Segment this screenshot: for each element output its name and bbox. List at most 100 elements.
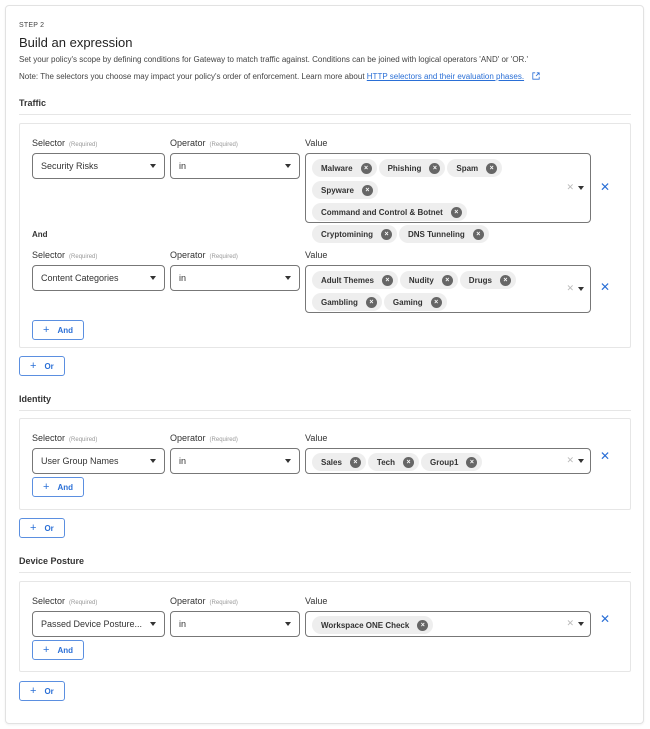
section-title-device-posture: Device Posture [19,556,85,566]
operator-label: Operator (Required) [170,596,238,606]
selector-label: Selector (Required) [32,596,98,606]
operator-dropdown[interactable]: in [170,153,300,179]
chip-remove-icon[interactable]: × [402,456,414,468]
chip-remove-icon[interactable]: × [360,162,372,174]
chip-remove-icon[interactable]: × [441,274,453,286]
caret-down-icon[interactable] [578,186,584,190]
caret-down-icon[interactable] [578,622,584,626]
operator-label: Operator (Required) [170,138,238,148]
caret-down-icon [285,459,291,463]
plus-icon: + [43,324,50,336]
clear-all-icon[interactable]: ✕ [566,182,574,193]
note-text: Note: The selectors you choose may impac… [19,72,367,81]
divider [19,410,631,411]
and-joiner: And [32,230,48,239]
chip-remove-icon[interactable]: × [499,274,511,286]
value-chip: DNS Tunneling × [399,225,489,243]
chip-remove-icon[interactable]: × [430,296,442,308]
add-and-button[interactable]: + And [32,477,84,497]
divider [19,572,631,573]
chip-remove-icon[interactable]: × [429,162,441,174]
selector-label: Selector (Required) [32,250,98,260]
remove-condition-icon[interactable]: ✕ [600,280,610,294]
plus-icon: + [43,481,50,493]
external-link-icon[interactable] [532,72,540,80]
add-and-button[interactable]: + And [32,320,84,340]
caret-down-icon [150,459,156,463]
value-chip: Phishing × [378,159,446,177]
plus-icon: + [30,685,37,697]
chip-remove-icon[interactable]: × [381,274,393,286]
operator-label: Operator (Required) [170,433,238,443]
value-chip: Command and Control & Botnet × [312,203,467,221]
value-chip: Cryptomining × [312,225,397,243]
selector-dropdown[interactable]: User Group Names [32,448,165,474]
add-and-button[interactable]: + And [32,640,84,660]
http-selectors-link[interactable]: HTTP selectors and their evaluation phas… [367,72,524,81]
value-chip: Spam × [447,159,503,177]
remove-condition-icon[interactable]: ✕ [600,449,610,463]
value-chip: Malware × [312,159,377,177]
chip-remove-icon[interactable]: × [381,228,392,240]
clear-all-icon[interactable]: ✕ [566,283,574,294]
clear-all-icon[interactable]: ✕ [566,618,574,629]
value-label: Value [305,433,328,443]
selector-dropdown[interactable]: Content Categories [32,265,165,291]
plus-icon: + [30,360,37,372]
caret-down-icon[interactable] [578,287,584,291]
caret-down-icon[interactable] [578,459,584,463]
plus-icon: + [43,644,50,656]
operator-dropdown[interactable]: in [170,448,300,474]
add-or-button[interactable]: + Or [19,356,65,376]
selector-dropdown[interactable]: Passed Device Posture... [32,611,165,637]
add-or-button[interactable]: + Or [19,518,65,538]
chip-remove-icon[interactable]: × [466,456,478,468]
value-chip: Gaming × [383,293,447,311]
caret-down-icon [285,622,291,626]
chip-remove-icon[interactable]: × [349,456,361,468]
traffic-conditions-box: Selector (Required) Operator (Required) Va… [19,123,631,348]
value-chip: Spyware × [312,181,378,199]
chip-remove-icon[interactable]: × [365,296,377,308]
value-chip: Group1 × [420,453,483,471]
selector-dropdown[interactable]: Security Risks [32,153,165,179]
operator-label: Operator (Required) [170,250,238,260]
selector-label: Selector (Required) [32,433,98,443]
value-chip: Workspace ONE Check × [312,616,434,634]
value-chip: Tech × [367,453,419,471]
operator-dropdown[interactable]: in [170,265,300,291]
remove-condition-icon[interactable]: ✕ [600,180,610,194]
identity-conditions-box: Selector (Required) Operator (Required) Va… [19,418,631,510]
value-chip: Adult Themes × [312,271,398,289]
caret-down-icon [285,276,291,280]
value-label: Value [305,250,328,260]
caret-down-icon [150,164,156,168]
divider [19,114,631,115]
selector-label: Selector (Required) [32,138,98,148]
remove-condition-icon[interactable]: ✕ [600,612,610,626]
value-chip: Gambling × [312,293,382,311]
note: Note: The selectors you choose may impac… [19,72,540,81]
section-title-traffic: Traffic [19,98,47,108]
value-multiselect[interactable]: Workspace ONE Check × ✕ [305,611,591,637]
value-multiselect[interactable]: Sales × Tech × Group1 × ✕ [305,448,591,474]
value-chip: Sales × [312,453,366,471]
caret-down-icon [150,622,156,626]
description: Set your policy's scope by defining cond… [19,55,529,64]
chip-remove-icon[interactable]: × [472,228,484,240]
value-multiselect[interactable]: Adult Themes × Nudity × Drugs × Gambling × Gami… [305,265,591,313]
value-chip: Drugs × [459,271,516,289]
caret-down-icon [285,164,291,168]
value-label: Value [305,138,328,148]
chip-remove-icon[interactable]: × [450,206,462,218]
chip-remove-icon[interactable]: × [417,619,429,631]
build-expression-card: STEP 2 Build an expression Set your poli… [5,5,644,724]
value-label: Value [305,596,328,606]
chip-remove-icon[interactable]: × [486,162,498,174]
caret-down-icon [150,276,156,280]
chip-remove-icon[interactable]: × [361,184,373,196]
operator-dropdown[interactable]: in [170,611,300,637]
add-or-button[interactable]: + Or [19,681,65,701]
value-multiselect[interactable]: Malware × Phishing × Spam × Spyware × Command a… [305,153,591,243]
clear-all-icon[interactable]: ✕ [566,455,574,466]
